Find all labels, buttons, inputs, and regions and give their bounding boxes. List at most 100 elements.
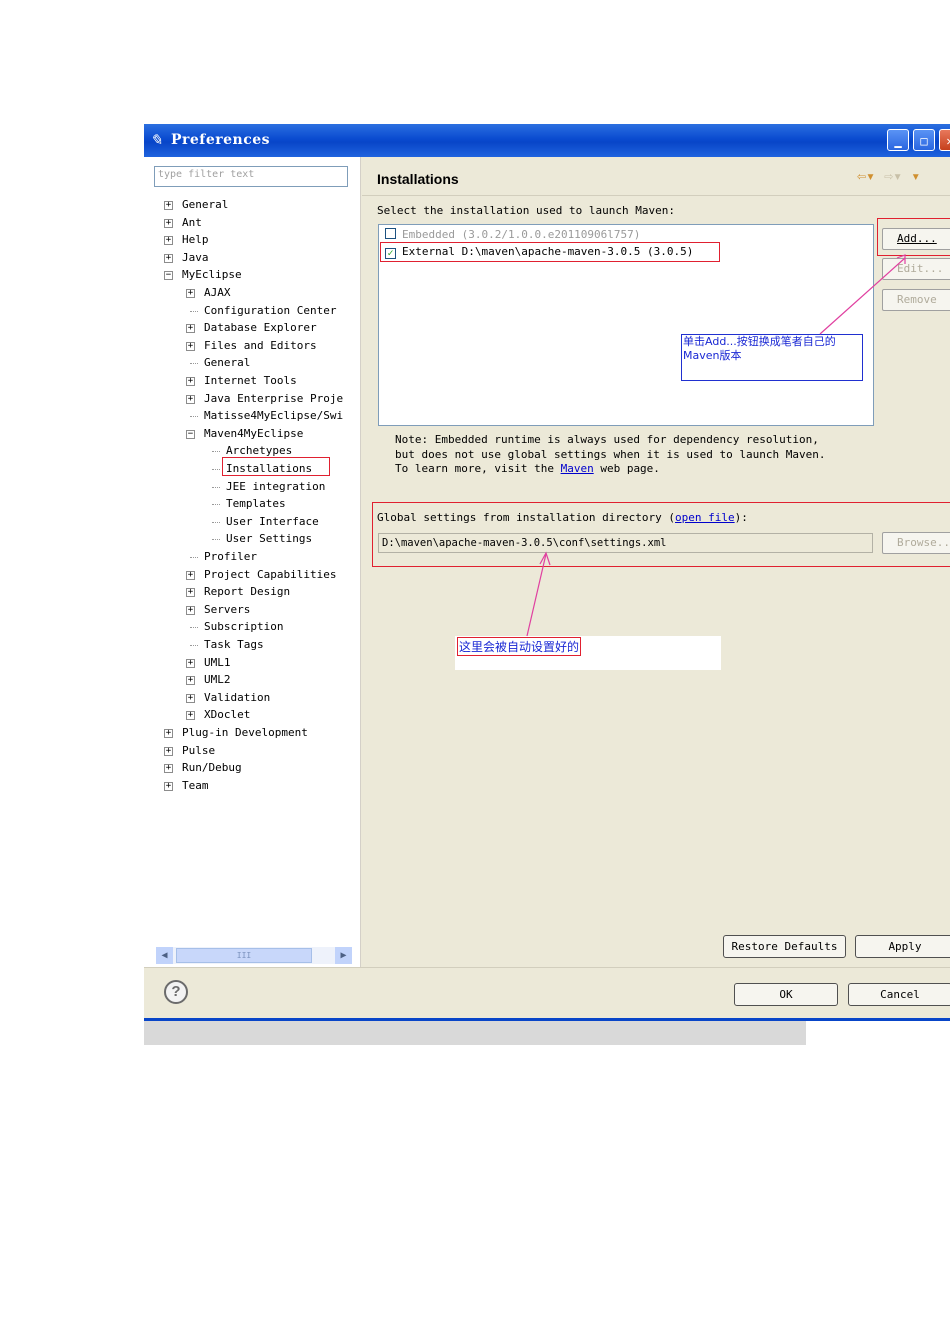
auto-annotation-box: 这里会被自动设置好的 [455, 636, 721, 670]
tree-connector [190, 627, 198, 629]
forward-arrow-icon[interactable]: ⇨▾ [884, 167, 902, 185]
note-line-3: To learn more, visit the [395, 462, 561, 475]
tree-connector [190, 557, 198, 559]
app-icon: ✎ [150, 131, 163, 149]
tree-item-label: General [204, 356, 251, 370]
tree-item-label: Maven4MyEclipse [204, 426, 304, 440]
note-line-1: Note: Embedded runtime is always used fo… [395, 433, 819, 446]
expand-icon[interactable]: + [186, 605, 195, 615]
global-settings-highlight [372, 502, 950, 567]
tree-item-label: Validation [204, 690, 271, 704]
tree-item-label: Internet Tools [204, 374, 297, 387]
collapse-icon[interactable]: − [164, 271, 173, 281]
tree-item-label: General [182, 198, 229, 211]
expand-icon[interactable]: + [186, 693, 195, 703]
tree-connector [212, 504, 220, 506]
note-line-3-end: web page. [593, 462, 660, 475]
expand-icon[interactable]: + [164, 746, 173, 756]
tree-connector [212, 451, 220, 453]
tree-item-label: Subscription [204, 620, 284, 634]
apply-button[interactable]: Apply [855, 935, 950, 958]
tree-item-label: Java Enterprise Projе [204, 391, 344, 405]
tree-connector [190, 310, 198, 313]
external-highlight [380, 242, 720, 262]
minimize-icon[interactable]: ▁ [887, 129, 909, 151]
tree-connector [190, 416, 198, 418]
help-icon[interactable]: ? [164, 980, 188, 1004]
expand-icon[interactable]: + [164, 236, 173, 246]
page-title: Installations [377, 171, 459, 187]
tree-item-label: AJAX [204, 286, 231, 299]
expand-icon[interactable]: + [186, 658, 195, 668]
scroll-left-icon[interactable]: ◀ [156, 947, 173, 964]
tree-item-label: Help [182, 233, 209, 247]
tree-connector [212, 539, 220, 541]
preference-tree-panel: type filter text + General + Ant + Help + Java −… [144, 157, 361, 967]
window-title: Preferences [171, 132, 271, 148]
expand-icon[interactable]: + [186, 341, 195, 351]
auto-annotation: 这里会被自动设置好的 [457, 637, 582, 656]
tree-item-label: Matisse4MyEclipse/Swi [204, 409, 344, 423]
divider [144, 967, 950, 968]
embedded-checkbox[interactable] [385, 228, 396, 239]
expand-icon[interactable]: + [164, 201, 173, 210]
tree-item-label: Database Explorer [204, 321, 317, 335]
tree-connector [212, 469, 220, 471]
edit-button[interactable]: Edit... [882, 258, 950, 280]
title-bar[interactable]: ✎ Preferences ▁ □ ✕ [144, 124, 950, 157]
tree-item-label: Project Capabilities [204, 567, 337, 581]
expand-icon[interactable]: + [186, 377, 195, 386]
expand-icon[interactable]: + [186, 588, 195, 598]
tree-item-label: UML1 [204, 655, 231, 669]
list-item[interactable]: Embedded (3.0.2/1.0.0.e20110906l757) [385, 227, 640, 243]
select-installation-label: Select the installation used to launch M… [377, 204, 676, 217]
tree-item-label: Ant [182, 215, 202, 229]
installations-highlight [222, 457, 330, 476]
expand-icon[interactable]: + [186, 324, 195, 334]
expand-icon[interactable]: + [164, 253, 173, 263]
tree-item-label: XDoclet [204, 708, 251, 722]
cancel-button[interactable]: Cancel [848, 983, 950, 1006]
back-arrow-icon[interactable]: ⇦▾ [857, 167, 875, 185]
view-menu-icon[interactable]: ▾ [911, 167, 920, 185]
expand-icon[interactable]: + [164, 218, 173, 228]
expand-icon[interactable]: + [186, 676, 195, 686]
tree-item-label: Templates [226, 497, 286, 511]
scroll-right-icon[interactable]: ▶ [335, 947, 352, 964]
tree-item-label: Files and Editors [204, 338, 317, 352]
close-icon[interactable]: ✕ [939, 129, 950, 151]
expand-icon[interactable]: + [164, 764, 173, 774]
embedded-label: Embedded (3.0.2/1.0.0.e20110906l757) [402, 228, 641, 241]
image-shadow [144, 1021, 806, 1045]
tree-item-label: JEE integration [226, 479, 326, 493]
expand-icon[interactable]: + [186, 711, 195, 721]
tree-item-label: Profiler [204, 550, 257, 563]
tree-connector [212, 521, 220, 524]
tree-connector [190, 363, 198, 365]
ok-button[interactable]: OK [734, 983, 838, 1006]
tree-item-label: Servers [204, 602, 251, 616]
tree-item-label: Run/Debug [182, 761, 242, 775]
tree-item-label: Team [182, 778, 209, 792]
expand-icon[interactable]: + [164, 729, 173, 738]
note-text: Note: Embedded runtime is always used fo… [395, 433, 825, 477]
tree-item-label: UML2 [204, 673, 231, 687]
history-nav: ⇦▾ ⇨▾ ▾ [857, 167, 920, 185]
tree-item-label: Report Design [204, 585, 291, 599]
horizontal-scrollbar[interactable]: ◀ III ▶ [156, 947, 352, 964]
remove-button[interactable]: Remove [882, 289, 950, 311]
note-line-2: but does not use global settings when it… [395, 447, 826, 461]
filter-input[interactable]: type filter text [154, 166, 348, 187]
tree-item-label: Pulse [182, 743, 216, 757]
tree-item-label: Java [182, 250, 209, 264]
scroll-thumb[interactable]: III [176, 948, 312, 963]
maven-link[interactable]: Maven [561, 462, 594, 475]
collapse-icon[interactable]: − [186, 429, 195, 439]
expand-icon[interactable]: + [186, 394, 195, 404]
restore-defaults-button[interactable]: Restore Defaults [723, 935, 846, 958]
expand-icon[interactable]: + [186, 289, 195, 298]
maximize-icon[interactable]: □ [913, 129, 935, 151]
expand-icon[interactable]: + [164, 781, 173, 791]
expand-icon[interactable]: + [186, 570, 195, 580]
tree-item-label: User Interface [226, 514, 319, 528]
